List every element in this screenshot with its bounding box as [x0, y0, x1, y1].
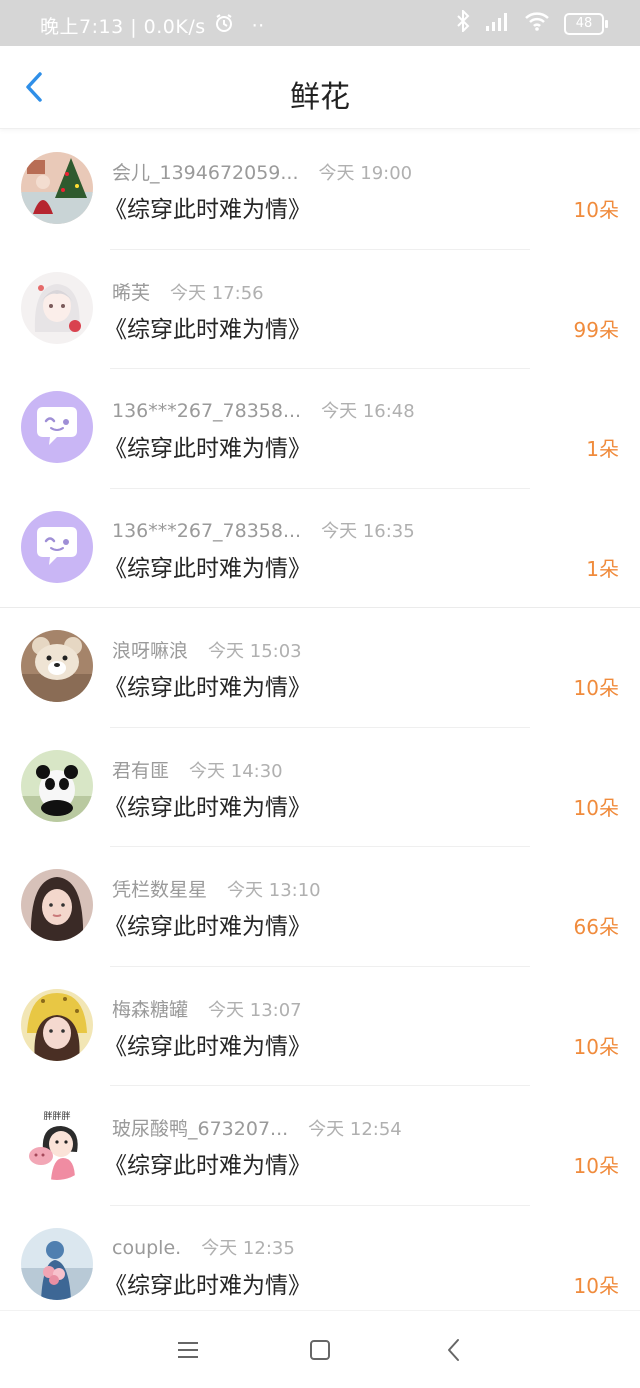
avatar: [21, 869, 93, 941]
user-name: 凭栏数星星: [112, 879, 208, 901]
system-back-button[interactable]: [441, 1337, 467, 1363]
avatar: [21, 152, 93, 224]
nav-bar: 鲜花: [0, 46, 640, 129]
flower-count: 99朵: [573, 317, 619, 342]
wifi-icon: [524, 10, 550, 37]
book-title: 《综穿此时难为情》: [104, 1272, 311, 1299]
user-name: couple.: [112, 1236, 182, 1259]
book-title: 《综穿此时难为情》: [104, 316, 311, 343]
user-name: 梅森糖罐: [112, 998, 189, 1021]
flower-count: 10朵: [573, 198, 619, 222]
square-icon: [310, 1340, 330, 1360]
user-name: 玻尿酸鸭_673207...: [112, 1118, 289, 1140]
flower-count: 10朵: [573, 676, 619, 700]
alarm-icon: [214, 13, 234, 38]
home-button[interactable]: [307, 1337, 333, 1363]
user-name: 浪呀嘛浪: [112, 640, 189, 662]
timestamp: 今天 14:30: [189, 760, 283, 782]
list-item[interactable]: couple. 今天 12:35 《综穿此时难为情》 10朵: [0, 1206, 640, 1326]
meta: 136***267_78358... 今天 16:48: [112, 397, 415, 423]
status-time: 晚上7:13 | 0.0K/s: [40, 16, 206, 38]
book-title: 《综穿此时难为情》: [104, 794, 311, 821]
meta: 136***267_78358... 今天 16:35: [112, 517, 415, 543]
flower-list: 会儿_1394672059... 今天 19:00 《综穿此时难为情》 10朵 …: [0, 130, 640, 1325]
list-item[interactable]: 晞芙 今天 17:56 《综穿此时难为情》 99朵: [0, 250, 640, 369]
timestamp: 今天 16:48: [321, 401, 415, 422]
flower-count: 10朵: [573, 1034, 619, 1059]
meta: 君有匪 今天 14:30: [112, 756, 283, 783]
avatar: [21, 1227, 93, 1300]
timestamp: 今天 13:10: [227, 880, 321, 901]
list-item[interactable]: 君有匪 今天 14:30 《综穿此时难为情》 10朵: [0, 728, 640, 847]
meta: couple. 今天 12:35: [112, 1234, 295, 1260]
signal-icon: [484, 10, 510, 37]
book-title: 《综穿此时难为情》: [104, 197, 311, 223]
flower-count: 10朵: [573, 1273, 619, 1298]
chevron-left-icon: [448, 1339, 459, 1361]
meta: 浪呀嘛浪 今天 15:03: [112, 636, 302, 663]
flower-count: 10朵: [573, 795, 619, 820]
battery-icon: 48: [564, 12, 608, 35]
avatar: [21, 510, 93, 583]
list-item[interactable]: 胖胖胖 玻尿酸鸭_673207... 今天 12:54 《综穿此时难为情》 10…: [0, 1086, 640, 1206]
avatar: [21, 630, 93, 702]
avatar-caption: 胖胖胖: [43, 1111, 70, 1122]
bluetooth-icon: [456, 8, 470, 37]
avatar: [21, 271, 93, 344]
user-name: 136***267_78358...: [112, 400, 302, 422]
avatar: [21, 988, 93, 1061]
book-title: 《综穿此时难为情》: [104, 914, 311, 940]
book-title: 《综穿此时难为情》: [104, 555, 311, 582]
page-title: 鲜花: [290, 80, 350, 115]
user-name: 君有匪: [112, 759, 170, 782]
list-item[interactable]: 136***267_78358... 今天 16:35 《综穿此时难为情》 1朵: [0, 489, 640, 608]
book-title: 《综穿此时难为情》: [104, 1153, 311, 1179]
book-title: 《综穿此时难为情》: [104, 436, 311, 462]
timestamp: 今天 13:07: [208, 999, 302, 1021]
user-name: 晞芙: [112, 281, 151, 304]
avatar: [21, 749, 93, 822]
status-dots: ··: [251, 14, 265, 37]
flower-count: 10朵: [573, 1154, 619, 1178]
meta: 梅森糖罐 今天 13:07: [112, 995, 302, 1022]
timestamp: 今天 17:56: [170, 282, 264, 304]
book-title: 《综穿此时难为情》: [104, 1033, 311, 1060]
flower-count: 1朵: [586, 437, 619, 461]
list-item[interactable]: 浪呀嘛浪 今天 15:03 《综穿此时难为情》 10朵: [0, 608, 640, 728]
timestamp: 今天 19:00: [318, 163, 413, 184]
flower-count: 1朵: [586, 556, 619, 581]
system-nav-bar: [0, 1310, 640, 1388]
meta: 凭栏数星星 今天 13:10: [112, 875, 321, 902]
flower-count: 66朵: [573, 915, 619, 939]
timestamp: 今天 15:03: [208, 641, 302, 662]
meta: 会儿_1394672059... 今天 19:00: [112, 158, 412, 185]
menu-icon: [178, 1342, 198, 1358]
list-item[interactable]: 梅森糖罐 今天 13:07 《综穿此时难为情》 10朵: [0, 967, 640, 1086]
meta: 晞芙 今天 17:56: [112, 278, 264, 305]
timestamp: 今天 12:35: [201, 1237, 295, 1259]
timestamp: 今天 12:54: [308, 1119, 402, 1140]
list-item[interactable]: 凭栏数星星 今天 13:10 《综穿此时难为情》 66朵: [0, 847, 640, 967]
avatar: 胖胖胖: [21, 1108, 93, 1180]
user-name: 136***267_78358...: [112, 519, 302, 542]
menu-button[interactable]: [175, 1337, 201, 1363]
timestamp: 今天 16:35: [321, 520, 415, 542]
list-item[interactable]: 136***267_78358... 今天 16:48 《综穿此时难为情》 1朵: [0, 369, 640, 489]
avatar: [21, 391, 93, 463]
status-bar: 晚上7:13 | 0.0K/s ·· 48: [0, 0, 640, 46]
list-item[interactable]: 会儿_1394672059... 今天 19:00 《综穿此时难为情》 10朵: [0, 130, 640, 250]
user-name: 会儿_1394672059...: [112, 162, 299, 184]
book-title: 《综穿此时难为情》: [104, 675, 311, 701]
meta: 玻尿酸鸭_673207... 今天 12:54: [112, 1114, 402, 1141]
